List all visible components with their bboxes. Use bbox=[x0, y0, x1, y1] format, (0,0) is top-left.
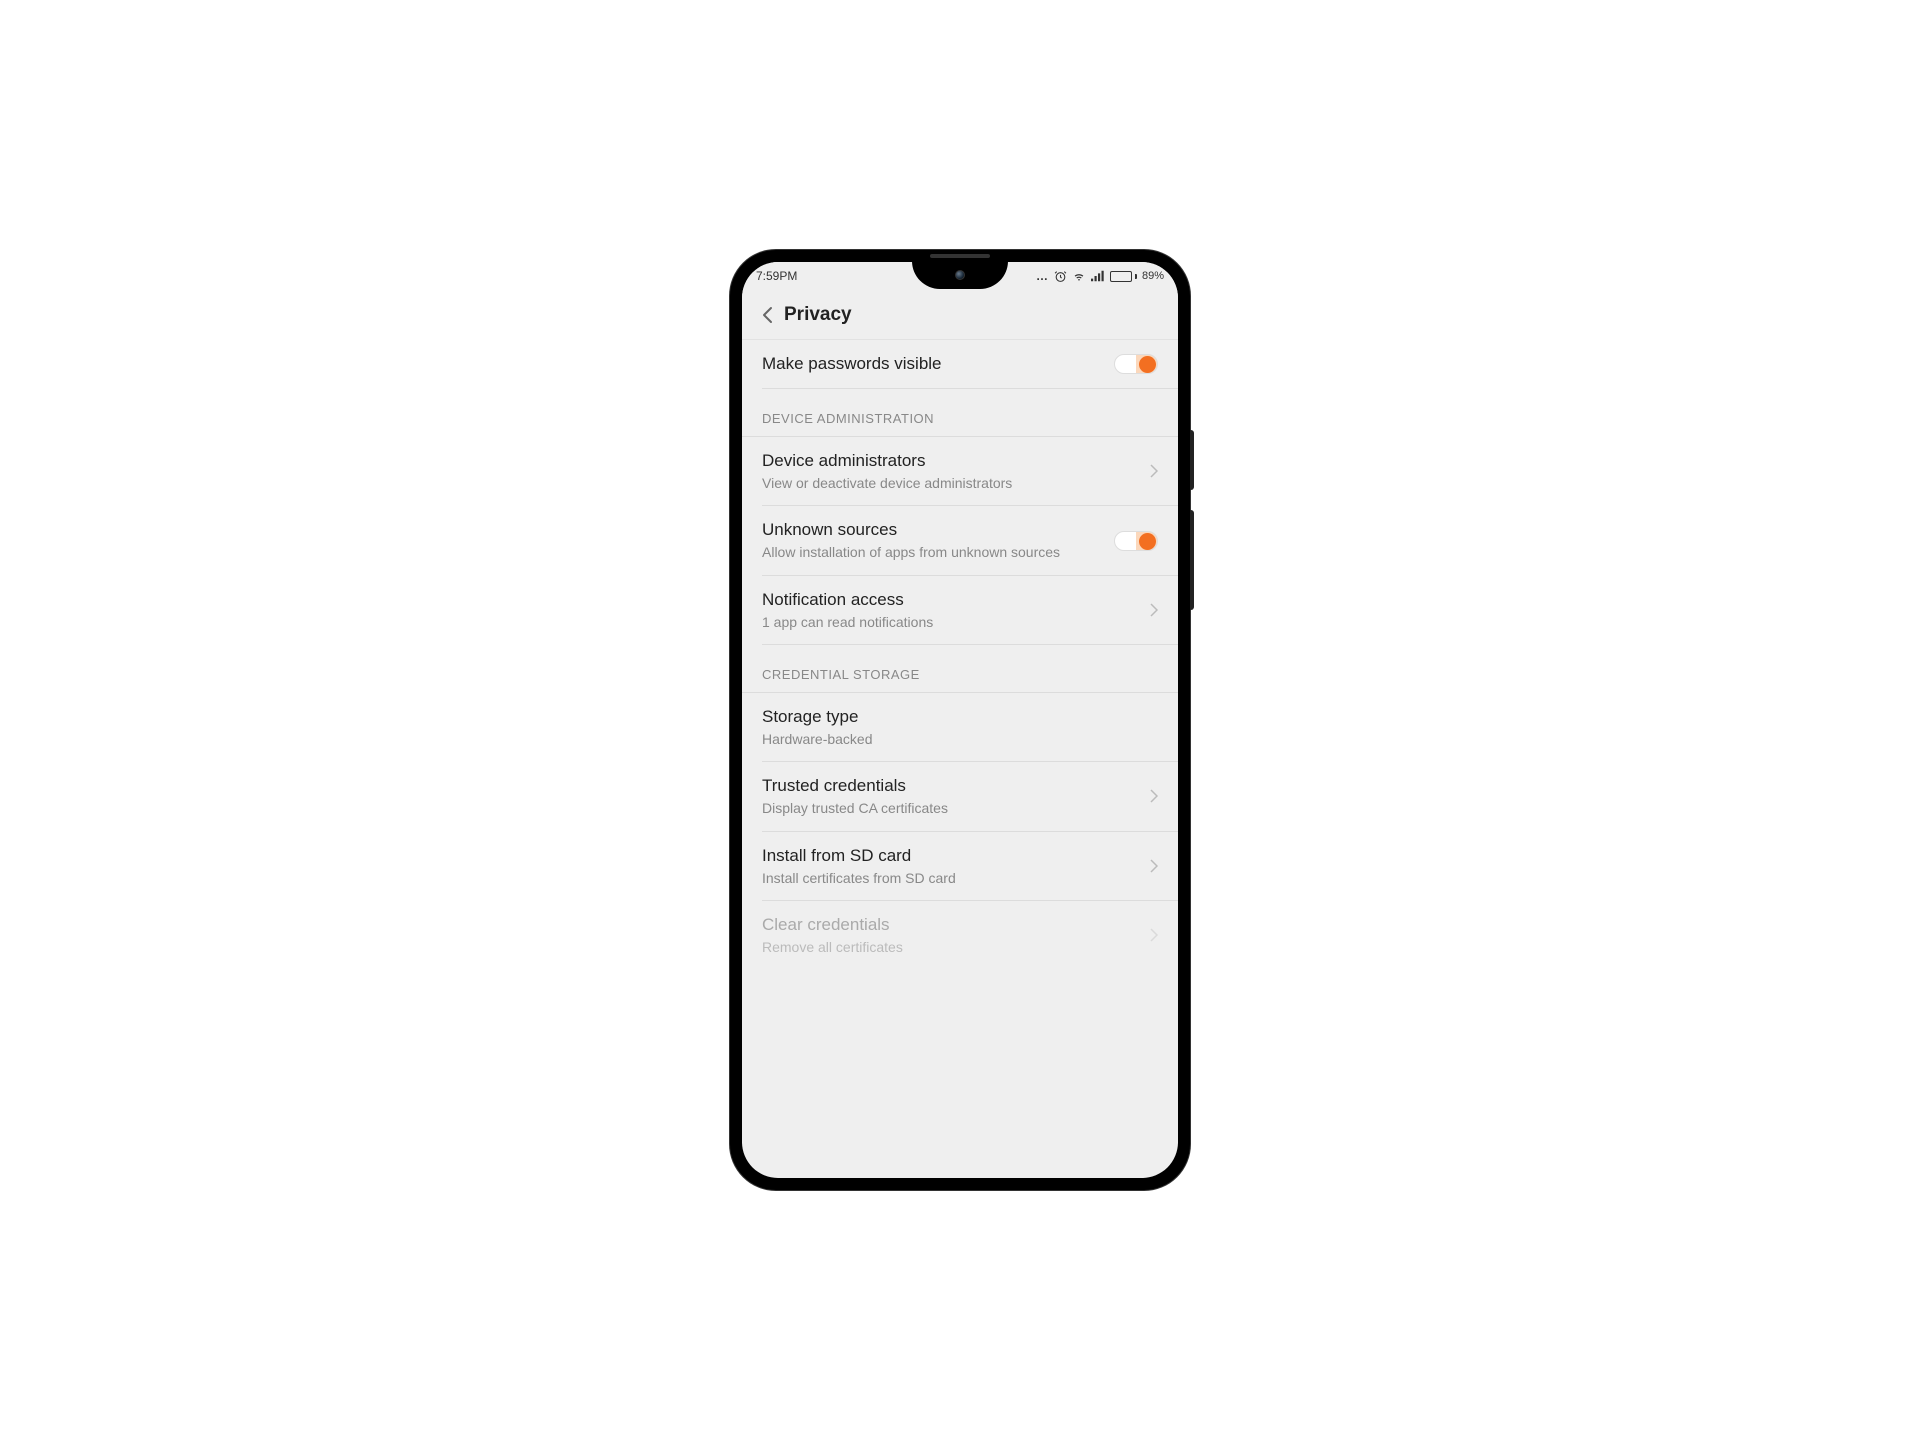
app-header: Privacy bbox=[742, 290, 1178, 340]
row-title: Make passwords visible bbox=[762, 353, 1114, 375]
row-trusted-credentials[interactable]: Trusted credentials Display trusted CA c… bbox=[742, 762, 1178, 830]
display-notch bbox=[912, 262, 1008, 289]
row-title: Device administrators bbox=[762, 450, 1140, 472]
status-icons: … 89% bbox=[1036, 269, 1164, 283]
chevron-right-icon bbox=[1150, 464, 1158, 478]
row-unknown-sources[interactable]: Unknown sources Allow installation of ap… bbox=[742, 506, 1178, 574]
phone-frame: 7:59PM … 89% Privacy Make bbox=[730, 250, 1190, 1190]
row-clear-credentials: Clear credentials Remove all certificate… bbox=[742, 901, 1178, 969]
battery-icon bbox=[1110, 271, 1137, 282]
alarm-icon bbox=[1054, 270, 1067, 283]
more-icon: … bbox=[1036, 269, 1049, 283]
battery-percent: 89% bbox=[1142, 270, 1164, 282]
row-title: Unknown sources bbox=[762, 519, 1114, 541]
row-title: Storage type bbox=[762, 706, 1158, 728]
row-subtitle: Install certificates from SD card bbox=[762, 869, 1140, 887]
row-make-passwords-visible[interactable]: Make passwords visible bbox=[742, 340, 1178, 388]
toggle-unknown-sources[interactable] bbox=[1114, 531, 1158, 551]
row-title: Clear credentials bbox=[762, 914, 1140, 936]
row-subtitle: Display trusted CA certificates bbox=[762, 799, 1140, 817]
row-device-administrators[interactable]: Device administrators View or deactivate… bbox=[742, 437, 1178, 505]
row-title: Notification access bbox=[762, 589, 1140, 611]
section-credential-storage: CREDENTIAL STORAGE bbox=[742, 645, 1178, 692]
row-install-from-sd-card[interactable]: Install from SD card Install certificate… bbox=[742, 832, 1178, 900]
wifi-icon bbox=[1072, 270, 1086, 283]
row-title: Install from SD card bbox=[762, 845, 1140, 867]
phone-screen: 7:59PM … 89% Privacy Make bbox=[742, 262, 1178, 1178]
row-subtitle: 1 app can read notifications bbox=[762, 613, 1140, 631]
row-subtitle: Hardware-backed bbox=[762, 730, 1158, 748]
chevron-right-icon bbox=[1150, 789, 1158, 803]
settings-list: Make passwords visible DEVICE ADMINISTRA… bbox=[742, 340, 1178, 969]
toggle-passwords-visible[interactable] bbox=[1114, 354, 1158, 374]
power-button bbox=[1190, 510, 1194, 610]
status-time: 7:59PM bbox=[756, 269, 797, 283]
signal-icon bbox=[1091, 270, 1105, 282]
row-title: Trusted credentials bbox=[762, 775, 1140, 797]
back-button[interactable] bbox=[752, 300, 782, 330]
phone-speaker bbox=[930, 254, 990, 258]
row-storage-type: Storage type Hardware-backed bbox=[742, 693, 1178, 761]
row-subtitle: View or deactivate device administrators bbox=[762, 474, 1140, 492]
front-camera bbox=[955, 270, 965, 280]
chevron-right-icon bbox=[1150, 859, 1158, 873]
row-notification-access[interactable]: Notification access 1 app can read notif… bbox=[742, 576, 1178, 644]
volume-button bbox=[1190, 430, 1194, 490]
chevron-right-icon bbox=[1150, 928, 1158, 942]
chevron-right-icon bbox=[1150, 603, 1158, 617]
section-device-administration: DEVICE ADMINISTRATION bbox=[742, 389, 1178, 436]
chevron-left-icon bbox=[762, 306, 773, 324]
row-subtitle: Allow installation of apps from unknown … bbox=[762, 543, 1114, 561]
row-subtitle: Remove all certificates bbox=[762, 938, 1140, 956]
page-title: Privacy bbox=[784, 304, 852, 326]
